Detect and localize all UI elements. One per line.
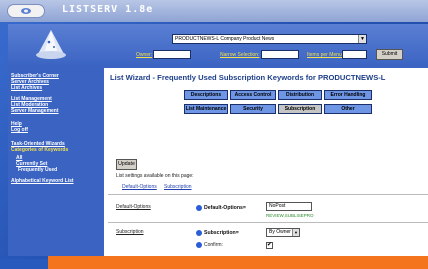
title-bar: LISTSERV 1.8e <box>0 0 428 22</box>
section-link-subscription[interactable]: Subscription <box>116 229 144 235</box>
logo-badge <box>7 4 45 18</box>
anchor-link-subscription[interactable]: Subscription <box>164 184 192 190</box>
narrow-selection-input[interactable] <box>261 50 299 59</box>
tab-other[interactable]: Other <box>324 104 372 114</box>
app-window: PRODUCTNEWS-L Company Product News ▼ Own… <box>8 24 428 269</box>
top-header: PRODUCTNEWS-L Company Product News ▼ Own… <box>8 24 428 68</box>
sidebar-categories-heading: Categories of Keywords <box>11 147 69 153</box>
items-per-menu-label[interactable]: Items per Menu: <box>307 52 343 58</box>
default-options-label: Default-Options= <box>204 205 246 211</box>
subscription-label: Subscription= <box>204 230 239 236</box>
page-title: List Wizard - Frequently Used Subscripti… <box>110 73 386 82</box>
chevron-down-icon[interactable]: ▼ <box>358 35 366 43</box>
tab-descriptions[interactable]: Descriptions <box>184 90 228 100</box>
settings-available-text: List settings available on this page: <box>116 173 194 179</box>
tab-access-control[interactable]: Access Control <box>230 90 276 100</box>
subscription-select-value: By Owner <box>269 229 291 235</box>
sidebar-item-list-archives[interactable]: List Archives <box>11 85 42 91</box>
window-title: LISTSERV 1.8e <box>62 4 154 15</box>
info-icon[interactable] <box>196 205 202 211</box>
tab-distribution[interactable]: Distribution <box>278 90 322 100</box>
sidebar-item-log-off[interactable]: Log off <box>11 127 28 133</box>
logo-icon <box>21 8 31 14</box>
owner-label[interactable]: Owner: <box>136 52 152 58</box>
section-link-default-options[interactable]: Default-Options <box>116 204 151 210</box>
sidebar-item-server-management[interactable]: Server Management <box>11 108 59 114</box>
sidebar: Subscriber's Corner Server Archives List… <box>8 68 104 256</box>
footer-left-band <box>0 259 48 269</box>
owner-input[interactable] <box>153 50 191 59</box>
tab-security[interactable]: Security <box>230 104 276 114</box>
divider <box>108 194 428 195</box>
anchor-link-default-options[interactable]: Default-Options <box>122 184 157 190</box>
info-icon[interactable] <box>196 242 202 248</box>
confirm-label: Confirm: <box>204 242 223 248</box>
footer-orange-band <box>48 256 428 269</box>
list-select[interactable]: PRODUCTNEWS-L Company Product News ▼ <box>172 34 367 44</box>
submit-button[interactable]: Submit <box>376 49 403 60</box>
update-button-top[interactable]: Update <box>116 159 137 170</box>
sidebar-item-alphabetical[interactable]: Alphabetical Keyword List <box>11 178 74 184</box>
subscription-select[interactable]: By Owner ▼ <box>266 228 300 237</box>
info-icon[interactable] <box>196 230 202 236</box>
divider <box>108 222 428 223</box>
items-per-menu-input[interactable] <box>342 50 367 59</box>
narrow-selection-label[interactable]: Narrow Selection: <box>220 52 259 58</box>
confirm-checkbox[interactable]: ✔ <box>266 242 273 249</box>
tab-list-maintenance[interactable]: List Maintenance <box>184 104 228 114</box>
wizard-hat-icon <box>36 30 66 59</box>
default-options-input[interactable]: NoPost <box>266 202 312 211</box>
list-select-value: PRODUCTNEWS-L Company Product News <box>175 36 275 42</box>
tab-subscription[interactable]: Subscription <box>278 104 322 114</box>
chevron-down-icon[interactable]: ▼ <box>292 229 299 236</box>
sidebar-item-frequently-used: Frequently Used <box>18 167 58 173</box>
default-options-hint: REVIEW,SUBLISEPRO <box>266 213 314 218</box>
tab-error-handling[interactable]: Error Handling <box>324 90 372 100</box>
